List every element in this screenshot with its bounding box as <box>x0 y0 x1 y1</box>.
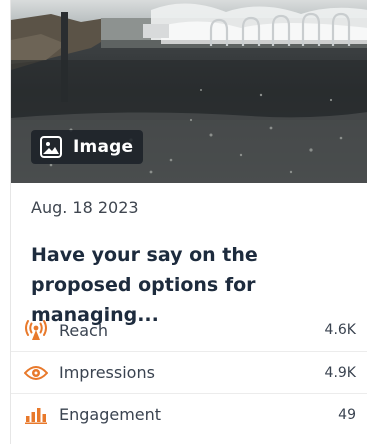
post-image[interactable]: Image <box>11 0 367 183</box>
media-type-label: Image <box>73 137 134 157</box>
metric-label: Impressions <box>59 363 155 382</box>
image-icon <box>40 136 62 158</box>
broadcast-icon <box>23 319 49 341</box>
metric-row-engagement: Engagement 49 <box>11 393 367 435</box>
metric-label: Reach <box>59 320 108 340</box>
metrics-list: Reach 4.6K Impressions 4.9K Engagement 4… <box>11 309 367 435</box>
metric-value: 4.6K <box>324 322 356 338</box>
metric-value: 49 <box>338 406 356 423</box>
metric-value: 4.9K <box>324 364 356 381</box>
media-type-badge: Image <box>31 130 144 164</box>
metric-label: Engagement <box>59 405 162 424</box>
metric-row-impressions: Impressions 4.9K <box>11 351 367 393</box>
eye-icon <box>23 362 49 384</box>
bar-chart-icon <box>23 404 49 426</box>
metric-row-reach: Reach 4.6K <box>11 309 367 351</box>
post-date: Aug. 18 2023 <box>31 198 139 217</box>
post-card[interactable]: Image Aug. 18 2023 Have your say on the … <box>10 0 367 444</box>
